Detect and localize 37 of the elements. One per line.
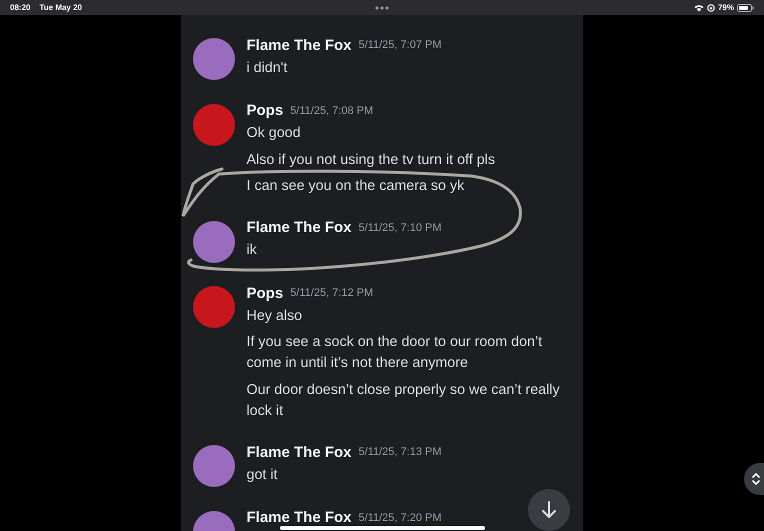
message-timestamp: 5/11/25, 7:20 PM — [358, 512, 442, 524]
author-name[interactable]: Pops — [246, 284, 284, 302]
status-time: 08:20 — [10, 3, 30, 12]
message-text: I can see you on the camera so yk — [246, 177, 466, 196]
message-text: got it — [246, 466, 278, 484]
message-text: Also if you not using the tv turn it off pls — [246, 150, 496, 170]
message-timestamp: 5/11/25, 7:10 PM — [358, 222, 442, 234]
chevron-up-down-icon — [751, 471, 761, 487]
author-name[interactable]: Pops — [246, 102, 284, 119]
avatar[interactable] — [192, 220, 234, 262]
avatar[interactable] — [192, 445, 234, 487]
message-timestamp: 5/11/25, 7:07 PM — [358, 39, 442, 51]
arrow-down-icon — [540, 501, 556, 519]
message-text: Hey also — [246, 306, 304, 326]
message-text: Our door doesn’t close properly so we can’t really lock it — [246, 380, 561, 420]
status-date: Tue May 20 — [39, 3, 82, 12]
message-timestamp: 5/11/25, 7:08 PM — [290, 104, 374, 116]
scroll-down-button[interactable] — [528, 489, 570, 531]
author-name[interactable]: Flame The Fox — [246, 509, 352, 526]
scroll-handle[interactable] — [744, 463, 764, 495]
author-name[interactable]: Flame The Fox — [246, 219, 352, 236]
avatar[interactable] — [192, 104, 234, 146]
wifi-icon — [694, 4, 704, 12]
avatar[interactable] — [192, 286, 234, 328]
message-timestamp: 5/11/25, 7:13 PM — [358, 446, 442, 458]
message-text: Ok good — [246, 124, 302, 143]
message-text: ik — [246, 241, 258, 260]
battery-icon — [737, 4, 754, 12]
author-name[interactable]: Flame The Fox — [246, 36, 352, 54]
more-dots-icon[interactable] — [375, 6, 389, 10]
author-name[interactable]: Flame The Fox — [246, 444, 352, 460]
avatar[interactable] — [192, 38, 234, 80]
lock-rotation-icon — [706, 4, 715, 12]
message-text: If you see a sock on the door to our room don’t come in until it’s not there anymore — [246, 333, 544, 373]
battery-percent: 79% — [718, 3, 734, 12]
message-timestamp: 5/11/25, 7:12 PM — [290, 287, 374, 299]
message-text: i didn't — [246, 58, 288, 78]
